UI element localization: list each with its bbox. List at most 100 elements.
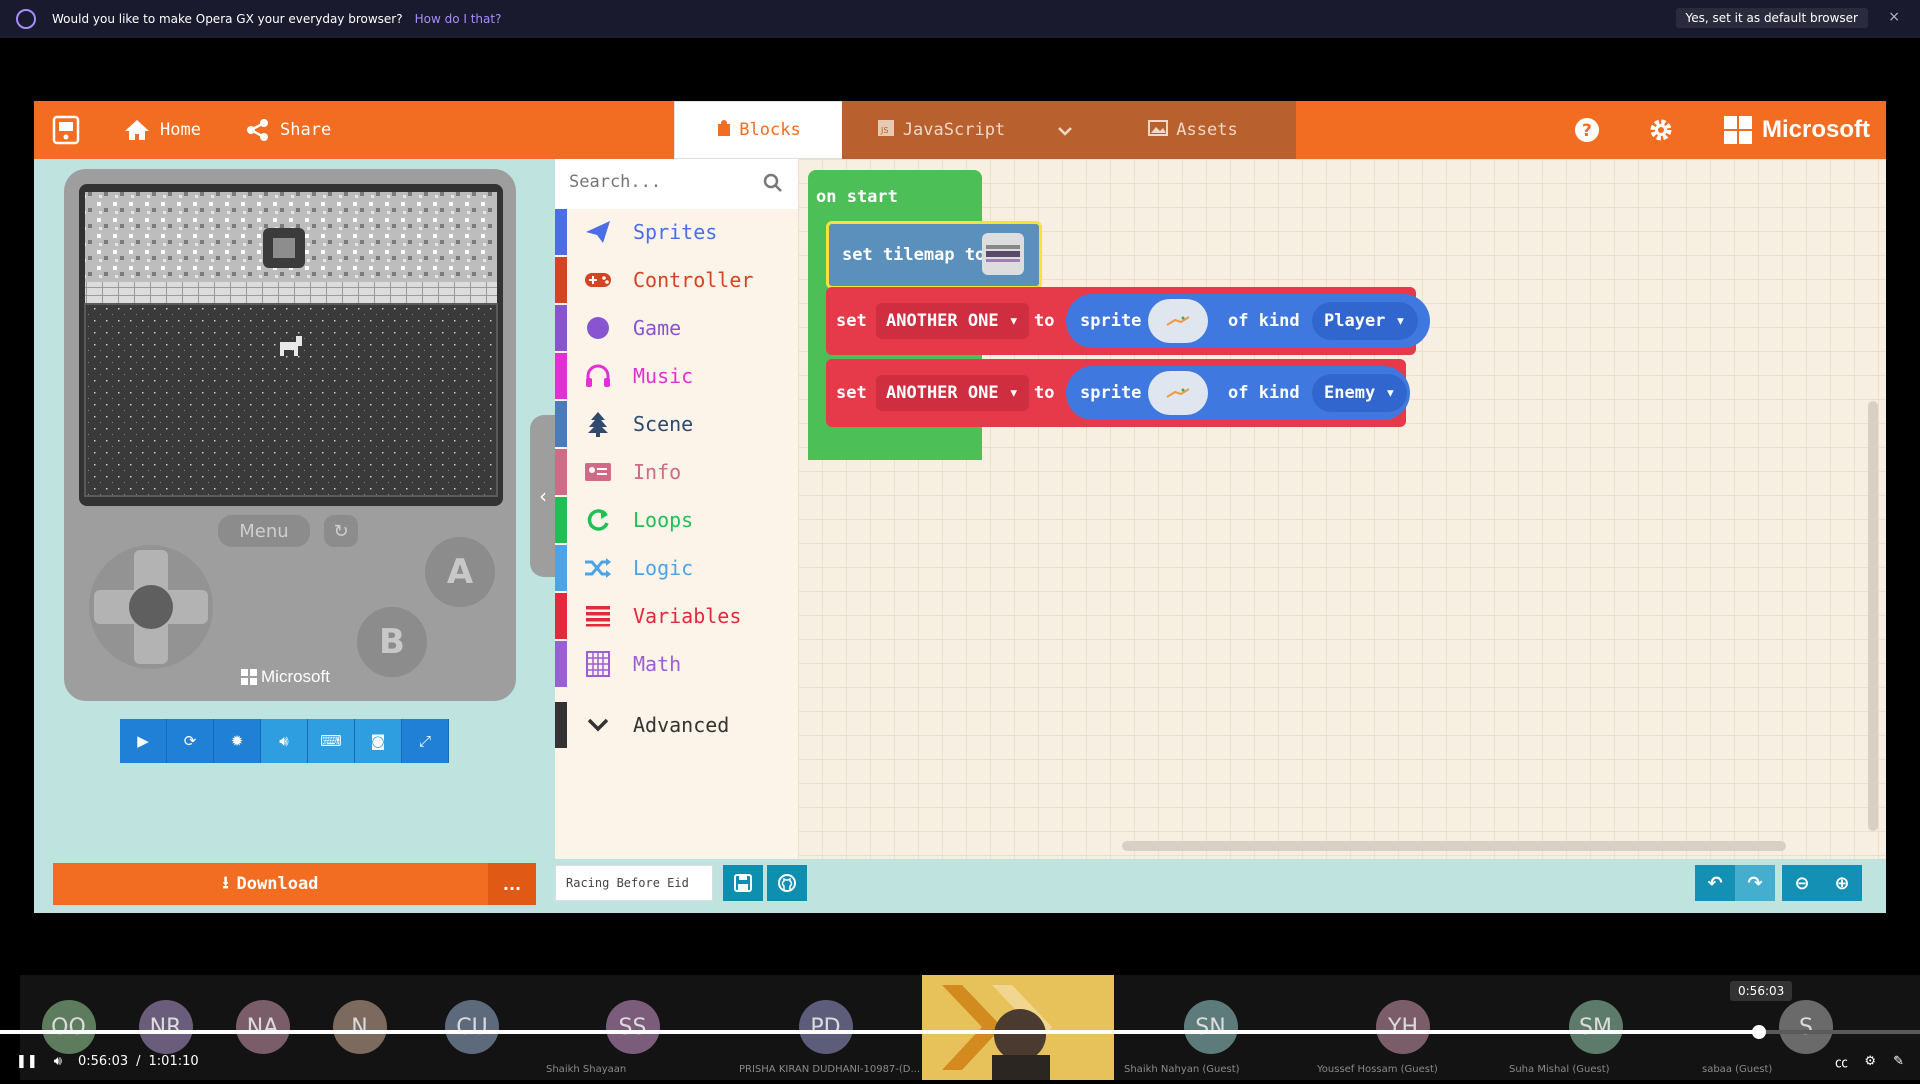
kind-dropdown[interactable]: Enemy ▾ xyxy=(1312,374,1408,412)
tab-javascript-label: JavaScript xyxy=(902,120,1006,140)
sound-icon[interactable]: 🔊︎ xyxy=(261,719,308,763)
category-color-bar xyxy=(555,257,567,303)
play-icon[interactable]: ▶ xyxy=(120,719,167,763)
create-sprite-block[interactable]: sprite of kind Enemy ▾ xyxy=(1066,366,1410,420)
close-icon[interactable]: × xyxy=(1888,9,1900,25)
simulator-screen[interactable] xyxy=(79,184,503,506)
dropdown-arrow-icon: ▾ xyxy=(1385,383,1396,403)
paper-plane-icon xyxy=(583,220,613,244)
gear-icon[interactable]: ⚙ xyxy=(1864,1054,1876,1069)
share-label: Share xyxy=(280,120,332,140)
category-music[interactable]: Music xyxy=(555,353,798,399)
minus-circle-icon: ⊖ xyxy=(1794,872,1810,894)
pin-icon[interactable]: ✎ xyxy=(1893,1054,1904,1069)
search-icon[interactable] xyxy=(763,173,783,197)
restart-icon[interactable]: ⟳ xyxy=(167,719,214,763)
to-keyword: to xyxy=(1034,311,1055,331)
arcade-logo-icon[interactable] xyxy=(52,101,80,159)
current-time: 0:56:03 xyxy=(78,1053,129,1069)
variable-name: ANOTHER ONE xyxy=(886,311,999,331)
category-game[interactable]: Game xyxy=(555,305,798,351)
a-button[interactable]: A xyxy=(425,537,495,607)
microsoft-logo-icon xyxy=(1724,116,1752,144)
share-button[interactable]: Share xyxy=(246,101,331,159)
toolbox-search xyxy=(555,159,798,209)
category-info[interactable]: Info xyxy=(555,449,798,495)
volume-icon[interactable]: 🔊︎ xyxy=(54,1054,62,1069)
sprite-image-thumbnail[interactable] xyxy=(1148,371,1208,415)
redo-button[interactable]: ↷ xyxy=(1735,865,1775,901)
category-label: Sprites xyxy=(633,220,718,244)
how-link[interactable]: How do I that? xyxy=(415,12,502,26)
set-sprite-block[interactable]: set ANOTHER ONE ▾ to sprite of kind Play… xyxy=(826,287,1430,355)
zoom-in-button[interactable]: ⊕ xyxy=(1822,865,1862,901)
search-input[interactable] xyxy=(567,171,751,193)
create-sprite-block[interactable]: sprite of kind Player ▾ xyxy=(1066,294,1430,348)
screenshot-icon[interactable]: ◙ xyxy=(355,719,402,763)
collapse-simulator-button[interactable]: ‹ xyxy=(530,415,556,577)
fullscreen-icon[interactable]: ⤢ xyxy=(402,719,449,763)
home-button[interactable]: Home xyxy=(124,101,201,159)
category-label: Music xyxy=(633,364,694,388)
workspace-vertical-scrollbar[interactable] xyxy=(1868,401,1878,831)
zoom-out-button[interactable]: ⊖ xyxy=(1782,865,1822,901)
debug-icon[interactable]: ✹ xyxy=(214,719,261,763)
set-tilemap-label: set tilemap to xyxy=(842,245,986,265)
variable-dropdown[interactable]: ANOTHER ONE ▾ xyxy=(876,303,1029,339)
category-sprites[interactable]: Sprites xyxy=(555,209,798,255)
tab-javascript[interactable]: JS JavaScript xyxy=(842,101,1040,159)
variable-dropdown[interactable]: ANOTHER ONE ▾ xyxy=(876,375,1029,411)
category-variables[interactable]: Variables xyxy=(555,593,798,639)
workspace-horizontal-scrollbar[interactable] xyxy=(1122,841,1786,851)
variable-name: ANOTHER ONE xyxy=(886,383,999,403)
of-kind-keyword: of kind xyxy=(1228,383,1300,403)
category-logic[interactable]: Logic xyxy=(555,545,798,591)
simulator-reset-icon[interactable]: ↻ xyxy=(324,515,358,547)
captions-icon[interactable]: ㏄ xyxy=(1835,1052,1848,1071)
category-math[interactable]: Math xyxy=(555,641,798,687)
settings-button[interactable] xyxy=(1648,101,1674,159)
save-button[interactable] xyxy=(723,865,763,901)
set-keyword: set xyxy=(836,311,867,331)
category-controller[interactable]: Controller xyxy=(555,257,798,303)
b-button[interactable]: B xyxy=(357,607,427,677)
tab-blocks[interactable]: Blocks xyxy=(674,101,844,159)
shuffle-icon xyxy=(583,557,613,579)
tilemap-thumbnail[interactable] xyxy=(982,233,1024,275)
video-progress-thumb[interactable] xyxy=(1752,1025,1766,1039)
opera-logo-icon xyxy=(16,9,36,29)
category-label: Math xyxy=(633,652,682,676)
undo-button[interactable]: ↶ xyxy=(1695,865,1735,901)
gear-icon xyxy=(1650,119,1672,141)
kind-dropdown[interactable]: Player ▾ xyxy=(1312,302,1418,340)
tree-icon xyxy=(583,411,613,437)
category-label: Controller xyxy=(633,268,754,292)
svg-text:?: ? xyxy=(1582,121,1592,141)
project-name-input[interactable]: Racing Before Eid xyxy=(555,865,713,901)
category-advanced[interactable]: Advanced xyxy=(555,702,798,748)
download-more-button[interactable]: ... xyxy=(488,863,536,905)
set-sprite-block[interactable]: set ANOTHER ONE ▾ to sprite of kind Enem… xyxy=(826,359,1410,427)
category-scene[interactable]: Scene xyxy=(555,401,798,447)
tab-assets[interactable]: Assets xyxy=(1090,101,1296,159)
js-file-icon: JS xyxy=(877,119,895,142)
simulator-brand-label: Microsoft xyxy=(261,667,330,686)
category-color-bar xyxy=(555,545,567,591)
dpad-control[interactable] xyxy=(86,542,216,672)
pause-icon[interactable]: ❚❚ xyxy=(16,1054,38,1069)
set-default-browser-button[interactable]: Yes, set it as default browser xyxy=(1675,8,1868,28)
image-icon xyxy=(1148,119,1169,141)
github-button[interactable] xyxy=(767,865,807,901)
download-button[interactable]: ⭳ Download xyxy=(53,863,488,905)
help-button[interactable]: ? xyxy=(1574,101,1600,159)
simulator-menu-button[interactable]: Menu xyxy=(218,515,310,547)
loop-icon xyxy=(583,507,613,533)
calculator-icon xyxy=(583,651,613,677)
chevron-left-icon: ‹ xyxy=(539,484,547,508)
banner-message: Would you like to make Opera GX your eve… xyxy=(52,12,403,26)
language-dropdown[interactable] xyxy=(1040,101,1090,159)
sprite-image-thumbnail[interactable] xyxy=(1148,299,1208,343)
category-loops[interactable]: Loops xyxy=(555,497,798,543)
keyboard-icon[interactable]: ⌨ xyxy=(308,719,355,763)
microsoft-brand[interactable]: Microsoft xyxy=(1724,101,1870,159)
